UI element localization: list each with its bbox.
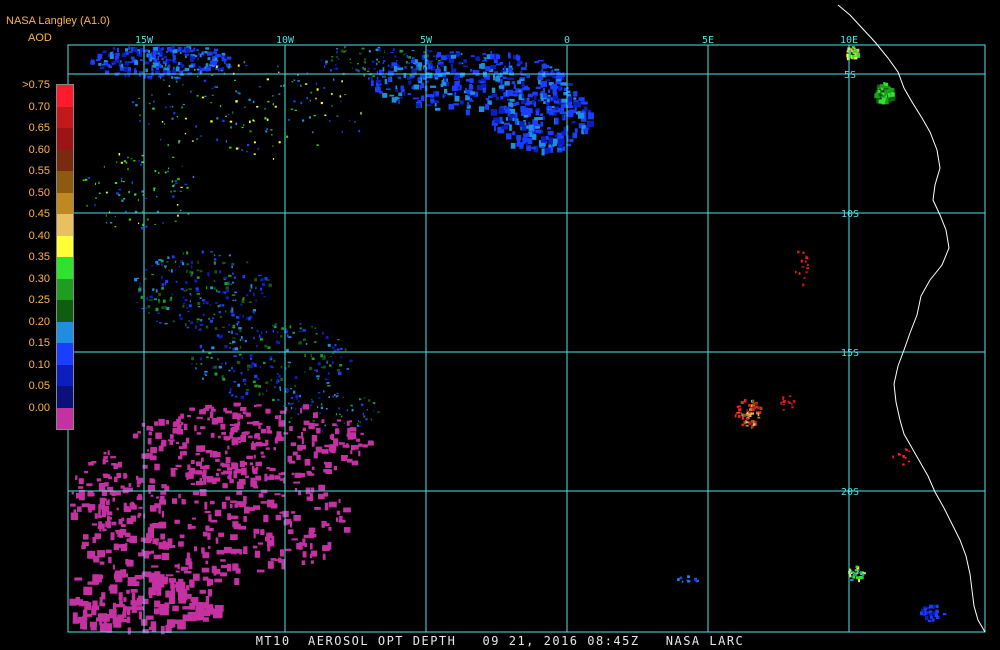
legend-label: 0.35 (28, 251, 50, 263)
legend-label: 0.40 (28, 229, 50, 242)
lat-tick-label: 15S (841, 348, 859, 359)
legend-label: 0.50 (28, 186, 50, 199)
legend-label: 0.45 (28, 208, 50, 220)
lon-tick-label: 5W (420, 35, 433, 46)
legend-label: 0.00 (28, 401, 50, 414)
color-legend: >0.75 0.70 0.65 0.60 0.55 0.50 0.45 0.40 0.35 0.3… (0, 78, 80, 438)
lon-tick-label: 10W (276, 35, 295, 46)
legend-label: 0.05 (28, 380, 50, 392)
lon-tick-label: 5E (702, 35, 714, 46)
legend-label: 0.15 (28, 337, 50, 349)
legend-label: 0.25 (28, 294, 50, 306)
africa-coastline (837, 4, 986, 633)
lon-tick-label: 0 (564, 35, 570, 46)
legend-bar (56, 84, 74, 430)
grid-tick-labels: 15W 10W 5W 0 5E 10E 5S 10S 15S 20S (135, 35, 859, 498)
legend-label: 0.30 (28, 272, 50, 285)
legend-label: >0.75 (22, 79, 50, 91)
lon-tick-label: 10E (840, 35, 858, 46)
footer-caption: MT10 AEROSOL OPT DEPTH 09 21, 2016 08:45… (255, 634, 745, 648)
lat-tick-label: 5S (844, 70, 856, 81)
aerosol-map: 15W 10W 5W 0 5E 10E 5S 10S 15S 20S (67, 4, 986, 635)
aerosol-pixels (69, 46, 947, 635)
lon-tick-label: 15W (135, 35, 154, 46)
legend-label: 0.10 (28, 358, 50, 371)
legend-label: 0.65 (28, 122, 50, 134)
legend-label: 0.60 (28, 143, 50, 156)
lat-lon-grid (67, 44, 986, 633)
lat-tick-label: 10S (841, 209, 859, 220)
legend-label: 0.20 (28, 315, 50, 328)
product-subtitle: AOD (28, 32, 52, 44)
legend-label: 0.70 (28, 100, 50, 113)
lat-tick-label: 20S (841, 487, 859, 498)
legend-label: 0.55 (28, 165, 50, 177)
map-frame (67, 44, 986, 633)
product-title: NASA Langley (A1.0) (6, 15, 110, 27)
